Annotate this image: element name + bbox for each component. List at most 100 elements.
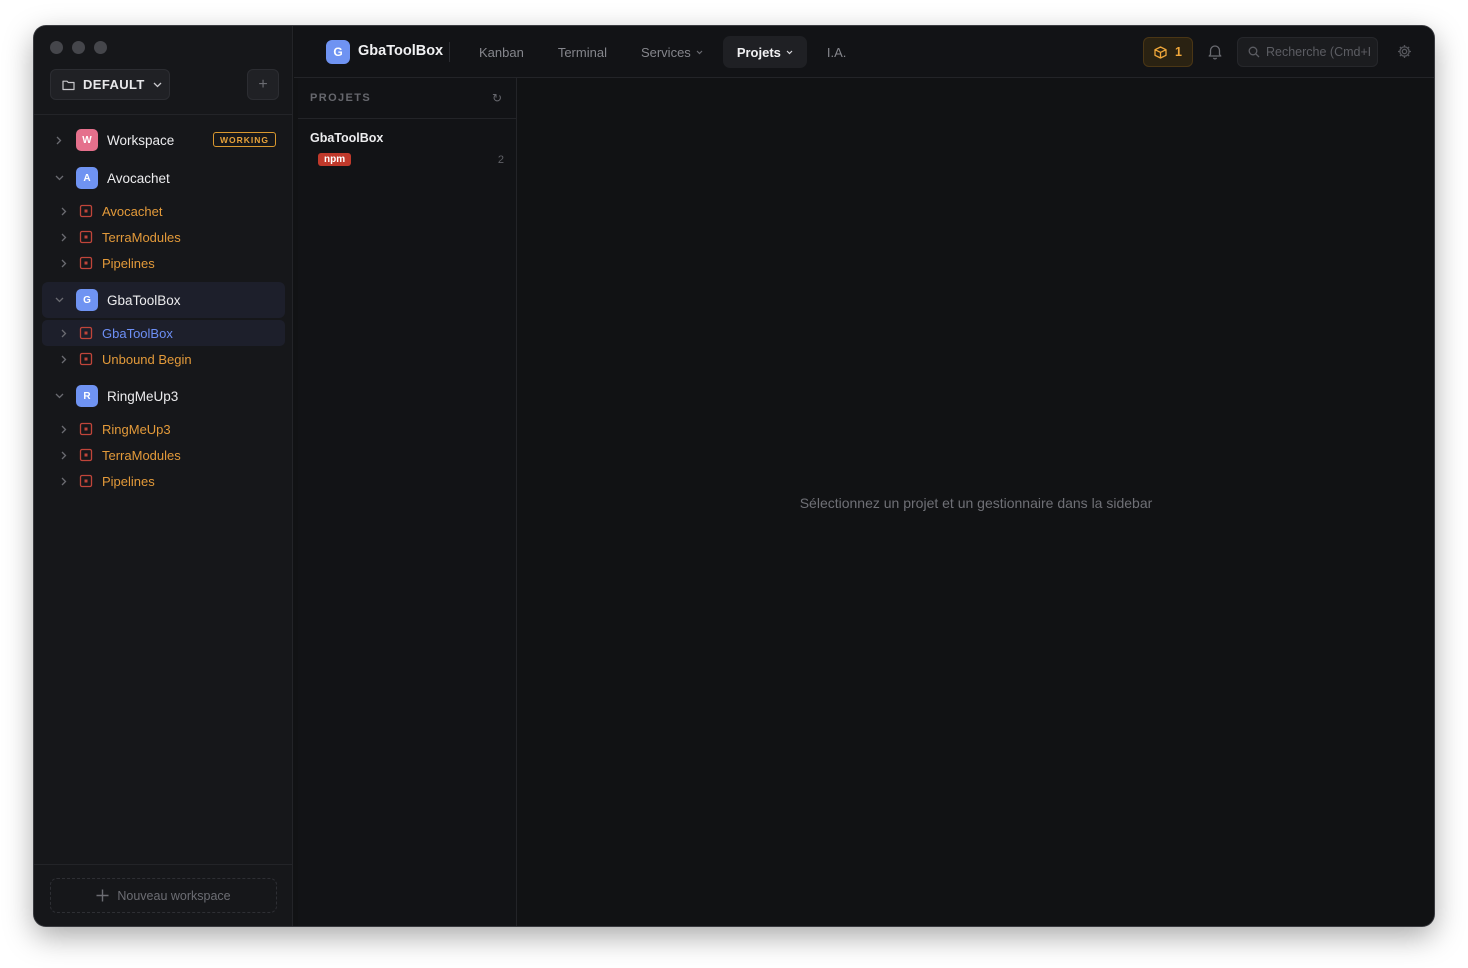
package-notification-button[interactable]: 1	[1143, 37, 1193, 67]
tab-projets[interactable]: Projets	[722, 36, 807, 68]
workspace-name: Avocachet	[107, 170, 170, 186]
project-name: TerraModules	[102, 447, 181, 463]
expand-toggle[interactable]	[42, 393, 76, 399]
expand-toggle[interactable]	[42, 136, 76, 145]
workspace-selector-label: DEFAULT	[83, 77, 145, 92]
project-icon	[79, 352, 93, 366]
workspace-tree: W Workspace WORKING A Avocachet Avocachet Terr…	[42, 122, 285, 500]
project-name: Avocachet	[102, 203, 163, 219]
expand-toggle[interactable]	[42, 477, 79, 486]
zoom-window-button[interactable]	[94, 41, 107, 54]
chevron-right-icon	[56, 136, 62, 144]
chevron-down-icon	[153, 82, 162, 87]
chevron-down-icon	[696, 50, 703, 54]
project-icon	[79, 256, 93, 270]
project-name: Pipelines	[102, 473, 155, 489]
project-item[interactable]: Pipelines	[42, 250, 285, 276]
project-item[interactable]: Avocachet	[42, 198, 285, 224]
search-box[interactable]	[1237, 37, 1378, 67]
divider	[449, 42, 450, 62]
chevron-right-icon	[61, 355, 66, 363]
project-item[interactable]: RingMeUp3	[42, 416, 285, 442]
tab-label: I.A.	[826, 44, 847, 60]
tab-kanban[interactable]: Kanban	[465, 36, 538, 68]
status-badge: WORKING	[212, 132, 276, 147]
chevron-right-icon	[61, 207, 66, 215]
expand-toggle[interactable]	[42, 175, 76, 181]
project-item[interactable]: Unbound Begin	[42, 346, 285, 372]
add-workspace-button[interactable]: +	[247, 69, 279, 100]
expand-toggle[interactable]	[42, 425, 79, 434]
projects-pane-header: PROJETS ↻	[298, 78, 516, 119]
project-card[interactable]: GbaToolBox npm 2	[298, 119, 516, 166]
main-content: Sélectionnez un projet et un gestionnair…	[518, 78, 1434, 926]
chevron-right-icon	[61, 329, 66, 337]
expand-toggle[interactable]	[42, 355, 79, 364]
project-icon	[79, 326, 93, 340]
workspace-item[interactable]: W Workspace WORKING	[42, 122, 285, 158]
project-item[interactable]: GbaToolBox	[42, 320, 285, 346]
tab-label: Services	[640, 44, 691, 60]
sidebar: DEFAULT + W Workspace WORKING A Avocachet Avo…	[34, 26, 293, 926]
workspace-avatar: W	[76, 129, 98, 151]
project-item[interactable]: Pipelines	[42, 468, 285, 494]
app-avatar: G	[326, 40, 350, 64]
workspace-name: GbaToolBox	[107, 292, 181, 308]
chevron-right-icon	[61, 477, 66, 485]
workspace-item[interactable]: G GbaToolBox	[42, 282, 285, 318]
chevron-right-icon	[61, 451, 66, 459]
package-count: 1	[1175, 45, 1182, 59]
project-icon	[79, 204, 93, 218]
projects-list: GbaToolBox npm 2	[298, 119, 516, 166]
expand-toggle[interactable]	[42, 451, 79, 460]
expand-toggle[interactable]	[42, 329, 79, 338]
chevron-down-icon	[55, 393, 63, 399]
refresh-icon[interactable]: ↻	[492, 91, 502, 105]
expand-toggle[interactable]	[42, 233, 79, 242]
workspace-name: Workspace	[107, 132, 175, 148]
app-title: GbaToolBox	[358, 43, 444, 59]
new-workspace-button[interactable]: Nouveau workspace	[50, 878, 277, 913]
project-item[interactable]: TerraModules	[42, 224, 285, 250]
tab-label: Terminal	[557, 44, 607, 60]
divider	[34, 864, 293, 865]
project-card-meta: npm 2	[310, 153, 504, 166]
tab-terminal[interactable]: Terminal	[544, 36, 621, 68]
workspace-avatar: R	[76, 385, 98, 407]
project-name: RingMeUp3	[102, 421, 171, 437]
expand-toggle[interactable]	[42, 259, 79, 268]
tab-services[interactable]: Services	[627, 36, 717, 68]
tab-i-a[interactable]: I.A.	[813, 36, 861, 68]
top-bar: G GbaToolBox Kanban Terminal Services Proje…	[294, 26, 1434, 78]
workspace-avatar: A	[76, 167, 98, 189]
workspace-name: RingMeUp3	[107, 388, 179, 404]
expand-toggle[interactable]	[42, 207, 79, 216]
chevron-down-icon	[786, 50, 793, 54]
chevron-right-icon	[61, 259, 66, 267]
minimize-window-button[interactable]	[72, 41, 85, 54]
bell-icon[interactable]	[1207, 43, 1223, 65]
project-item[interactable]: TerraModules	[42, 442, 285, 468]
tab-label: Kanban	[479, 44, 524, 60]
app-window: DEFAULT + W Workspace WORKING A Avocachet Avo…	[34, 26, 1434, 926]
project-icon	[79, 422, 93, 436]
plus-icon	[96, 889, 109, 902]
workspace-selector[interactable]: DEFAULT	[50, 69, 170, 100]
gear-icon[interactable]	[1397, 44, 1412, 64]
workspace-item[interactable]: R RingMeUp3	[42, 378, 285, 414]
workspace-item[interactable]: A Avocachet	[42, 160, 285, 196]
package-manager-tag: npm	[318, 153, 352, 166]
close-window-button[interactable]	[50, 41, 63, 54]
project-icon	[79, 474, 93, 488]
expand-toggle[interactable]	[42, 297, 76, 303]
project-icon	[79, 230, 93, 244]
project-name: GbaToolBox	[102, 325, 173, 341]
folder-icon	[62, 80, 75, 90]
new-workspace-label: Nouveau workspace	[117, 888, 231, 903]
project-icon	[79, 448, 93, 462]
tab-label: Projets	[736, 44, 781, 60]
search-icon	[1248, 46, 1260, 58]
search-input[interactable]	[1266, 45, 1370, 59]
project-name: TerraModules	[102, 229, 181, 245]
